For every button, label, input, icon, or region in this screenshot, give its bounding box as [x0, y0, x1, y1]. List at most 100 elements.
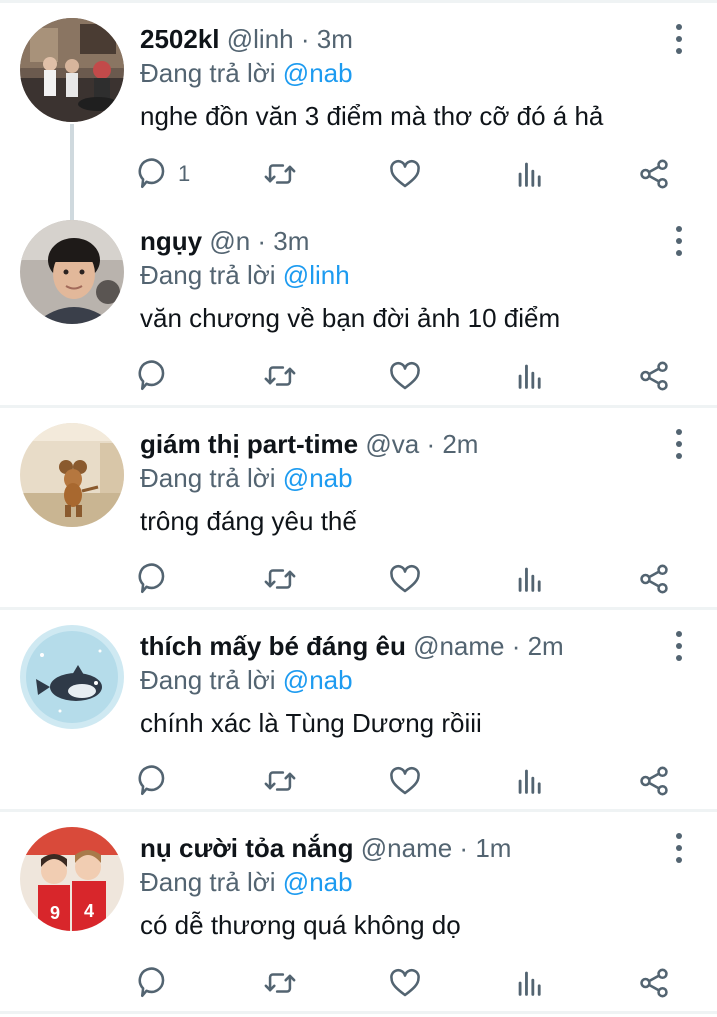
tweet-item[interactable]: 2502kl @linh · 3m Đang trả lời @nab nghe… — [0, 0, 717, 220]
like-icon — [390, 968, 420, 997]
avatar[interactable] — [20, 18, 124, 122]
reply-icon — [138, 765, 165, 796]
tweet-text: trông đáng yêu thế — [140, 506, 357, 536]
tweet-actions — [0, 557, 717, 601]
like-icon — [390, 361, 420, 390]
reply-icon — [138, 158, 165, 189]
like-button[interactable] — [388, 961, 422, 1005]
share-button[interactable] — [637, 354, 671, 398]
replying-to-label: Đang trả lời — [140, 58, 276, 88]
more-options-icon[interactable] — [669, 833, 689, 863]
display-name[interactable]: nụ cười tỏa nắng — [140, 833, 354, 863]
analytics-icon — [518, 162, 541, 187]
like-icon — [390, 564, 420, 593]
like-button[interactable] — [388, 759, 422, 803]
reply-icon — [138, 360, 165, 391]
tweet-header: ngụy @n · 3m — [140, 224, 309, 258]
handle-and-time: @va · 2m — [365, 429, 479, 459]
analytics-button[interactable] — [513, 152, 547, 196]
handle-and-time: @name · 1m — [360, 833, 512, 863]
analytics-icon — [518, 971, 541, 996]
tweet-header: thích mấy bé đáng êu @name · 2m — [140, 629, 564, 663]
tweet-text: nghe đồn văn 3 điểm mà thơ cỡ đó á hả — [140, 101, 604, 131]
like-button[interactable] — [388, 557, 422, 601]
analytics-button[interactable] — [513, 354, 547, 398]
replying-to-label: Đang trả lời — [140, 260, 276, 290]
replying-to-mention[interactable]: @nab — [283, 58, 353, 88]
tweet-divider — [0, 1011, 717, 1014]
more-options-icon[interactable] — [669, 429, 689, 459]
handle-and-time: @name · 2m — [413, 631, 564, 661]
share-button[interactable] — [637, 152, 671, 196]
replying-to-mention[interactable]: @linh — [283, 260, 350, 290]
share-icon — [640, 159, 668, 189]
tweet-actions: 1 — [0, 152, 717, 196]
display-name[interactable]: thích mấy bé đáng êu — [140, 631, 406, 661]
reply-button[interactable] — [138, 354, 178, 398]
more-options-icon[interactable] — [669, 226, 689, 256]
more-options-icon[interactable] — [669, 631, 689, 661]
replying-to-mention[interactable]: @nab — [283, 665, 353, 695]
share-button[interactable] — [637, 961, 671, 1005]
svg-text:9: 9 — [50, 903, 60, 923]
handle-and-time: @n · 3m — [209, 226, 310, 256]
replying-to-mention[interactable]: @nab — [283, 867, 353, 897]
retweet-button[interactable] — [263, 557, 297, 601]
analytics-icon — [518, 769, 541, 794]
avatar[interactable]: 9 4 — [20, 827, 124, 931]
tweet-actions — [0, 961, 717, 1005]
replying-to: Đang trả lời @nab — [140, 663, 353, 697]
share-icon — [640, 968, 668, 998]
retweet-icon — [264, 164, 296, 184]
tweet-text: chính xác là Tùng Dương rồiii — [140, 708, 482, 738]
tweet-item[interactable]: thích mấy bé đáng êu @name · 2m Đang trả… — [0, 607, 717, 809]
like-button[interactable] — [388, 354, 422, 398]
replying-to: Đang trả lời @linh — [140, 258, 350, 292]
share-button[interactable] — [637, 557, 671, 601]
reply-count: 1 — [178, 161, 191, 186]
tweet-text: có dễ thương quá không dọ — [140, 910, 461, 940]
retweet-icon — [264, 366, 296, 386]
avatar[interactable] — [20, 423, 124, 527]
tweet-item[interactable]: 9 4 nụ cười tỏa nắng @name · 1m Đang trả… — [0, 809, 717, 1011]
retweet-button[interactable] — [263, 354, 297, 398]
display-name[interactable]: giám thị part-time — [140, 429, 358, 459]
retweet-button[interactable] — [263, 759, 297, 803]
display-name[interactable]: ngụy — [140, 226, 202, 256]
replying-to-label: Đang trả lời — [140, 665, 276, 695]
display-name[interactable]: 2502kl — [140, 24, 220, 54]
analytics-button[interactable] — [513, 557, 547, 601]
reply-button[interactable] — [138, 557, 178, 601]
retweet-icon — [264, 569, 296, 589]
avatar[interactable] — [20, 625, 124, 729]
analytics-button[interactable] — [513, 961, 547, 1005]
reply-icon — [138, 967, 165, 998]
analytics-button[interactable] — [513, 759, 547, 803]
svg-text:4: 4 — [84, 901, 94, 921]
more-options-icon[interactable] — [669, 24, 689, 54]
tweet-actions — [0, 354, 717, 398]
replying-to: Đang trả lời @nab — [140, 865, 353, 899]
share-icon — [640, 564, 668, 594]
retweet-button[interactable] — [263, 152, 297, 196]
reply-button[interactable]: 1 — [138, 152, 190, 196]
tweet-text: văn chương về bạn đời ảnh 10 điểm — [140, 303, 561, 333]
replying-to-label: Đang trả lời — [140, 463, 276, 493]
tweet-item[interactable]: giám thị part-time @va · 2m Đang trả lời… — [0, 405, 717, 607]
avatar[interactable] — [20, 220, 124, 324]
like-icon — [390, 159, 420, 188]
replying-to-mention[interactable]: @nab — [283, 463, 353, 493]
tweet-item[interactable]: ngụy @n · 3m Đang trả lời @linh văn chươ… — [0, 202, 717, 404]
retweet-button[interactable] — [263, 961, 297, 1005]
retweet-icon — [264, 973, 296, 993]
reply-button[interactable] — [138, 961, 178, 1005]
share-icon — [640, 361, 668, 391]
analytics-icon — [518, 567, 541, 592]
tweet-header: nụ cười tỏa nắng @name · 1m — [140, 831, 511, 865]
share-button[interactable] — [637, 759, 671, 803]
handle-and-time: @linh · 3m — [226, 24, 353, 54]
replying-to: Đang trả lời @nab — [140, 56, 353, 90]
reply-button[interactable] — [138, 759, 178, 803]
retweet-icon — [264, 771, 296, 791]
like-button[interactable] — [388, 152, 422, 196]
